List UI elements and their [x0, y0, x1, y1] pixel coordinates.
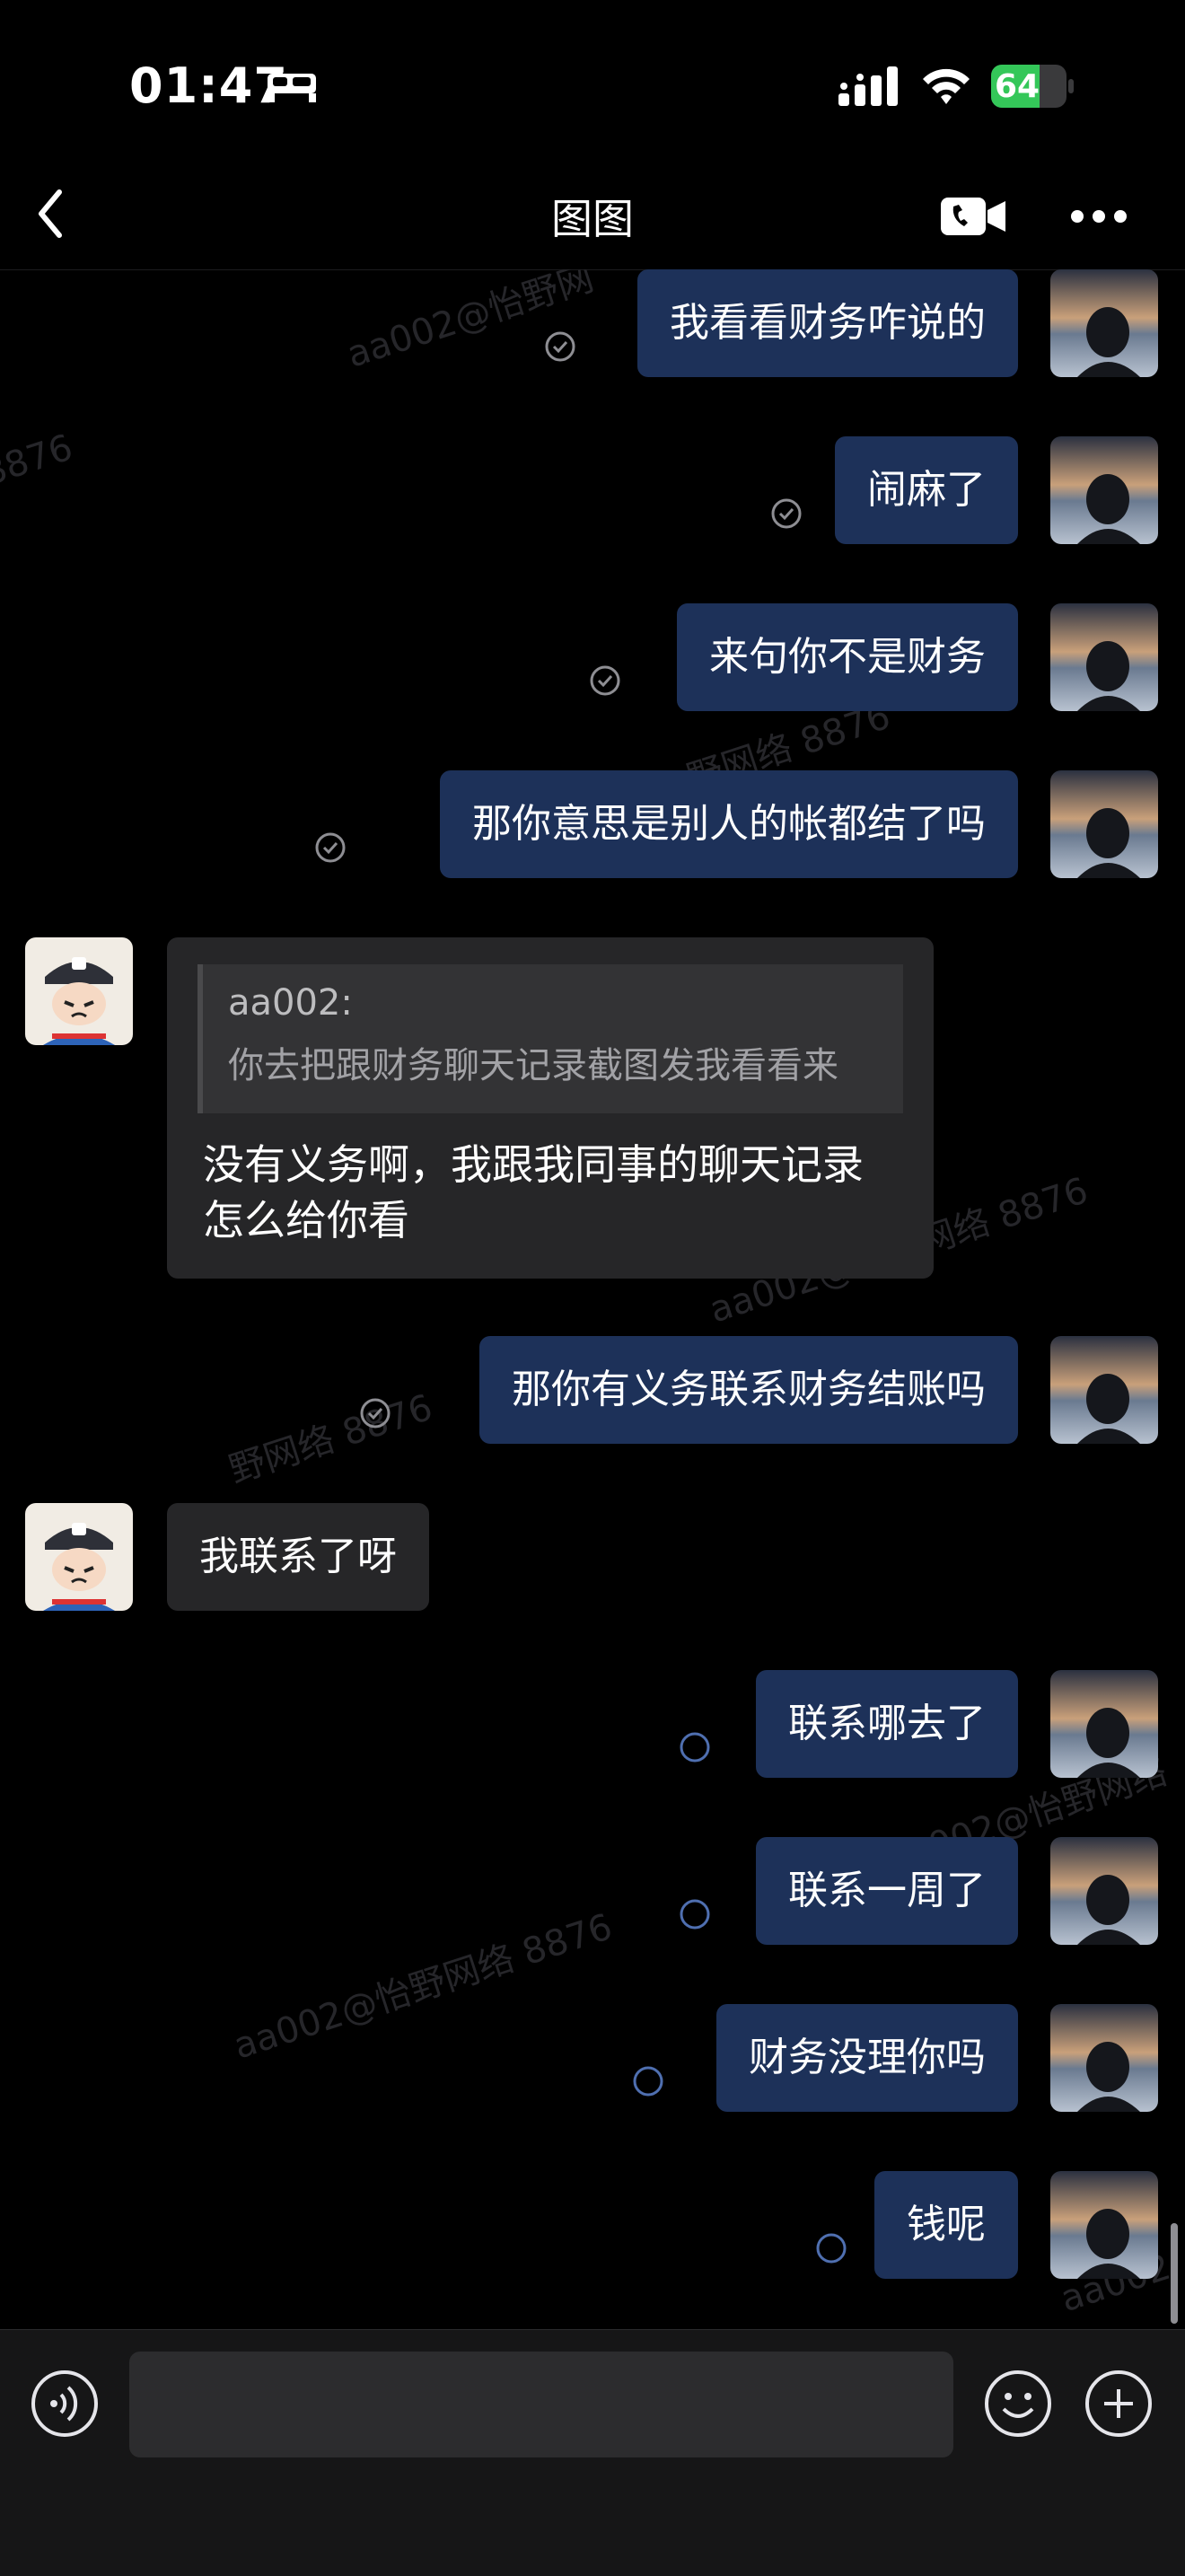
avatar[interactable] [1050, 2171, 1158, 2279]
quote-text: 你去把跟财务聊天记录截图发我看看来 [228, 1045, 838, 1086]
input-bar [0, 2329, 1185, 2576]
avatar[interactable] [1050, 269, 1158, 377]
read-check-icon [545, 331, 575, 362]
avatar[interactable] [25, 937, 133, 1045]
watermark: 8876 [0, 426, 78, 495]
video-call-icon[interactable] [939, 194, 1007, 239]
more-icon[interactable] [1070, 208, 1128, 224]
message-bubble[interactable]: 财务没理你吗 [716, 2004, 1018, 2112]
plus-icon[interactable] [1084, 2369, 1153, 2438]
avatar[interactable] [25, 1503, 133, 1611]
battery-level: 64 [995, 68, 1040, 105]
read-check-icon [360, 1398, 391, 1429]
message-bubble[interactable]: 联系哪去了 [756, 1670, 1018, 1778]
read-check-icon [315, 832, 346, 863]
avatar[interactable] [1050, 2004, 1158, 2112]
message-bubble[interactable]: 那你有义务联系财务结账吗 [479, 1336, 1018, 1444]
message-bubble[interactable]: 我联系了呀 [167, 1503, 429, 1611]
avatar[interactable] [1050, 1837, 1158, 1945]
message-bubble[interactable]: 闹麻了 [835, 436, 1018, 544]
message-input[interactable] [129, 2352, 953, 2457]
status-bar: 01:47 64 [0, 0, 1185, 153]
message-bubble[interactable]: 联系一周了 [756, 1837, 1018, 1945]
scroll-indicator[interactable] [1171, 2223, 1178, 2324]
read-check-icon [590, 665, 620, 696]
voice-icon[interactable] [31, 2369, 99, 2438]
message-bubble[interactable]: 那你意思是别人的帐都结了吗 [440, 770, 1018, 878]
chat-header: 图图 [0, 162, 1185, 270]
bed-icon [268, 74, 316, 102]
message-bubble[interactable]: 我看看财务咋说的 [637, 269, 1018, 377]
signal-icon [838, 66, 898, 106]
message-bubble[interactable]: 钱呢 [874, 2171, 1018, 2279]
quoted-reply-bubble[interactable]: aa002: 你去把跟财务聊天记录截图发我看看来 没有义务啊，我跟我同事的聊天记… [167, 937, 934, 1279]
quoted-message[interactable]: aa002: 你去把跟财务聊天记录截图发我看看来 [198, 964, 903, 1113]
watermark: aa002@怡野网络 8876 [228, 1905, 618, 2068]
avatar[interactable] [1050, 1670, 1158, 1778]
sending-circle-icon [680, 1899, 710, 1930]
sending-circle-icon [816, 2233, 847, 2264]
quote-author: aa002: [228, 982, 353, 1024]
avatar[interactable] [1050, 436, 1158, 544]
avatar[interactable] [1050, 1336, 1158, 1444]
avatar[interactable] [1050, 603, 1158, 711]
message-text: 没有义务啊，我跟我同事的聊天记录怎么给你看 [203, 1140, 864, 1244]
message-bubble[interactable]: 来句你不是财务 [677, 603, 1018, 711]
chat-title: 图图 [551, 195, 634, 243]
wifi-icon [923, 68, 970, 104]
battery-indicator: 64 [991, 65, 1074, 108]
read-check-icon [771, 498, 802, 529]
watermark: 野网络 8876 [224, 1386, 438, 1491]
avatar[interactable] [1050, 770, 1158, 878]
sending-circle-icon [680, 1732, 710, 1763]
status-time: 01:47 [129, 57, 288, 114]
sending-circle-icon [633, 2066, 663, 2097]
emoji-icon[interactable] [984, 2369, 1052, 2438]
message-list[interactable]: aa002@怡野网 8876 野网络 8876 aa002@怡野网络 8876 … [0, 269, 1185, 2327]
